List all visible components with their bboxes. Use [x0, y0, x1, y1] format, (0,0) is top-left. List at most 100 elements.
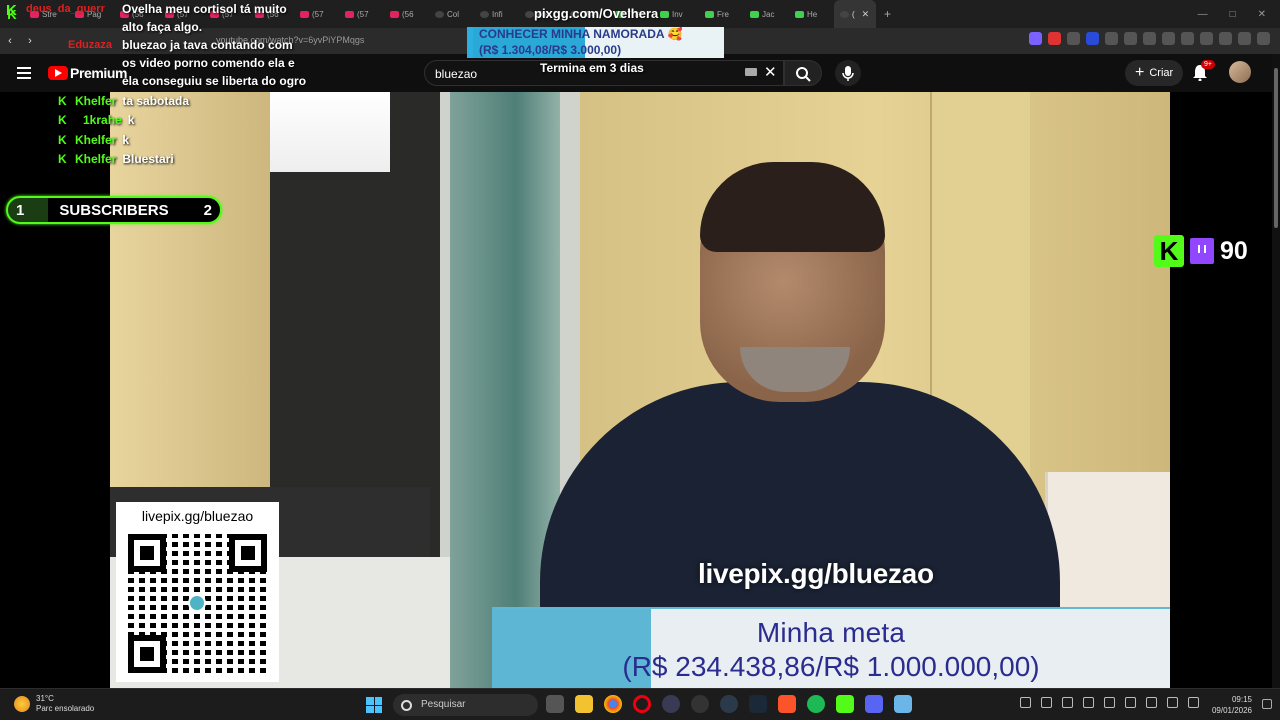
sun-icon: [14, 696, 30, 712]
browser-tab[interactable]: Col: [429, 0, 474, 28]
qr-label: livepix.gg/bluezao: [141, 508, 254, 524]
maximize-button[interactable]: □: [1230, 9, 1236, 20]
weather-desc: Parc ensolarado: [36, 704, 95, 713]
wifi-icon[interactable]: [1167, 697, 1178, 708]
tab-favicon-icon: [660, 10, 669, 18]
tray-icon[interactable]: [1104, 697, 1115, 708]
tab-favicon-icon: [435, 10, 444, 18]
tray-icon[interactable]: [1083, 697, 1094, 708]
notification-center-icon[interactable]: [1262, 699, 1272, 709]
search-icon: [796, 67, 811, 82]
windows-start-icon[interactable]: [366, 697, 382, 713]
wallet-icon[interactable]: [1200, 32, 1213, 45]
chat-username: 1krahe: [83, 113, 122, 127]
tab-label: He: [807, 9, 818, 19]
steam-icon[interactable]: [749, 695, 767, 713]
keyboard-icon[interactable]: [745, 68, 757, 76]
file-explorer-icon[interactable]: [575, 695, 593, 713]
chat-text: Bluestari: [122, 152, 174, 166]
mic-button[interactable]: [835, 60, 861, 86]
pix-goal-amount: (R$ 1.304,08/R$ 3.000,00): [479, 43, 622, 57]
music-icon[interactable]: [1162, 32, 1175, 45]
tray-chevron-icon[interactable]: [1020, 697, 1031, 708]
search-button[interactable]: [784, 60, 822, 86]
subs-label: SUBSCRIBERS: [59, 201, 169, 219]
opera-icon[interactable]: [633, 695, 651, 713]
kick-icon: K: [58, 152, 67, 166]
chat-message: Ovelha meu cortisol tá muito alto faça a…: [122, 0, 312, 90]
browser-tab[interactable]: Inv: [654, 0, 699, 28]
spotify-icon[interactable]: [807, 695, 825, 713]
tab-favicon-icon: [525, 10, 534, 18]
notepad-icon[interactable]: [894, 695, 912, 713]
brave-icon[interactable]: [778, 695, 796, 713]
qr-finder: [128, 534, 166, 572]
subs-target: 2: [203, 201, 212, 219]
sidebar-icon[interactable]: [1181, 32, 1194, 45]
app-icon[interactable]: [720, 695, 738, 713]
minimize-button[interactable]: —: [1198, 9, 1208, 20]
tab-label: Inv: [672, 9, 683, 19]
task-view-icon[interactable]: [546, 695, 564, 713]
discord-icon[interactable]: [865, 695, 883, 713]
avatar[interactable]: [1229, 61, 1251, 83]
clock-time: 09:15: [1231, 695, 1252, 704]
browser-tab[interactable]: Infi: [474, 0, 519, 28]
kick-icon: K: [1154, 235, 1184, 267]
clock-date: 09/01/2026: [1211, 706, 1252, 715]
chat-row: K Khelfer Bluestari: [58, 150, 174, 168]
extension-icon[interactable]: [1105, 32, 1118, 45]
tray-icon[interactable]: [1062, 697, 1073, 708]
extension-icon[interactable]: [1124, 32, 1137, 45]
extensions-row: [1029, 32, 1270, 45]
close-window-button[interactable]: ✕: [1258, 9, 1266, 20]
extension-icon[interactable]: [1067, 32, 1080, 45]
mic-icon[interactable]: [1146, 697, 1157, 708]
taskbar-search[interactable]: Pesquisar: [393, 694, 538, 716]
tab-favicon-icon: [705, 10, 714, 18]
tab-label: (: [852, 9, 855, 19]
browser-tab[interactable]: (57: [339, 0, 384, 28]
clock[interactable]: 09:15 09/01/2026: [1200, 694, 1252, 716]
extension-icon[interactable]: [1086, 32, 1099, 45]
subscribers-goal: 1 SUBSCRIBERS 2: [6, 196, 222, 224]
browser-tab[interactable]: Fre: [699, 0, 744, 28]
chrome-icon[interactable]: [604, 695, 622, 713]
chat-row: K Khelfer ta sabotada: [58, 92, 189, 110]
pix-goal-bar: CONHECER MINHA NAMORADA 🥰 (R$ 1.304,08/R…: [467, 27, 724, 58]
chat-username: deus_da_guerr: [26, 3, 105, 15]
close-tab-icon[interactable]: ✕: [862, 9, 870, 20]
app-icon[interactable]: [662, 695, 680, 713]
kick-icon: K: [58, 113, 67, 127]
chat-line: ela conseguiu se liberta do ogro: [122, 74, 307, 88]
mic-icon: [842, 66, 854, 81]
new-tab-button[interactable]: +: [876, 7, 899, 21]
extension-icon[interactable]: [1048, 32, 1061, 45]
page-scrollbar[interactable]: [1272, 54, 1280, 688]
browser-tab[interactable]: Jac: [744, 0, 789, 28]
subs-current: 1: [16, 201, 25, 219]
extension-icon[interactable]: [1143, 32, 1156, 45]
qr-code-panel: livepix.gg/bluezao: [116, 502, 279, 682]
tab-favicon-icon: [750, 10, 759, 18]
share-icon[interactable]: [1219, 32, 1232, 45]
vpn-icon[interactable]: [1238, 32, 1251, 45]
clear-search-icon[interactable]: ✕: [764, 63, 777, 81]
bluetooth-icon[interactable]: [1125, 697, 1136, 708]
extension-icon[interactable]: [1029, 32, 1042, 45]
donation-goal-amount: (R$ 234.438,86/R$ 1.000.000,00): [622, 651, 1040, 682]
browser-tab[interactable]: (56: [384, 0, 429, 28]
menu-icon[interactable]: [1257, 32, 1270, 45]
volume-icon[interactable]: [1188, 697, 1199, 708]
app-icon[interactable]: [691, 695, 709, 713]
weather-widget[interactable]: 31°C Parc ensolarado: [14, 694, 94, 714]
browser-tab[interactable]: He: [789, 0, 834, 28]
tray-icon[interactable]: [1041, 697, 1052, 708]
system-tray: [1020, 697, 1199, 708]
app-icon[interactable]: [836, 695, 854, 713]
browser-tab[interactable]: (✕: [834, 0, 876, 28]
chat-username: Khelfer: [75, 133, 117, 147]
weather-temp: 31°C: [36, 694, 54, 703]
tab-favicon-icon: [480, 10, 489, 18]
create-button[interactable]: + Criar: [1125, 60, 1184, 86]
